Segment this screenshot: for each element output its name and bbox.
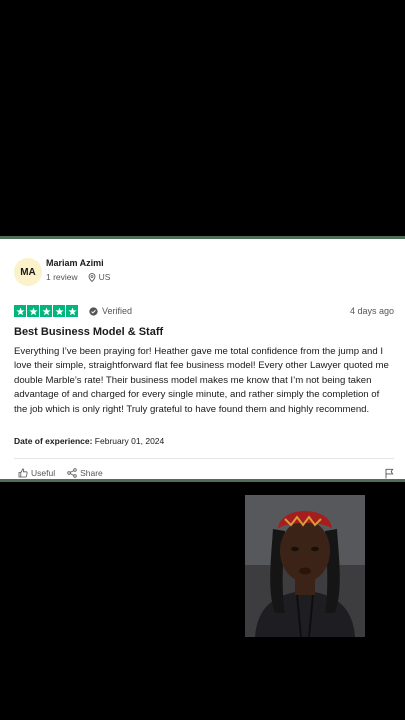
location: US — [88, 272, 111, 282]
star-icon — [40, 305, 52, 317]
avatar[interactable]: MA — [14, 258, 42, 286]
divider — [14, 458, 394, 459]
country: US — [98, 272, 111, 282]
person-illustration — [245, 495, 365, 637]
experience-date: February 01, 2024 — [94, 436, 165, 446]
star-icon — [53, 305, 65, 317]
location-pin-icon — [88, 272, 96, 282]
experience-label: Date of experience: — [14, 436, 93, 446]
thumbs-up-icon — [18, 468, 28, 478]
star-icon — [27, 305, 39, 317]
review-actions: Useful Share — [18, 468, 103, 478]
useful-button[interactable]: Useful — [18, 468, 55, 478]
reviewer-name[interactable]: Mariam Azimi — [46, 258, 104, 268]
star-rating — [14, 305, 78, 317]
share-button[interactable]: Share — [67, 468, 103, 478]
date-of-experience: Date of experience: February 01, 2024 — [14, 436, 164, 446]
share-label: Share — [80, 468, 103, 478]
review-count: 1 review — [46, 272, 78, 282]
check-circle-icon — [89, 306, 98, 316]
review-body: Everything I’ve been praying for! Heathe… — [14, 346, 389, 415]
verified-label: Verified — [102, 306, 133, 316]
flag-icon[interactable] — [385, 468, 394, 479]
review-title[interactable]: Best Business Model & Staff — [14, 326, 163, 338]
verified-badge: Verified — [89, 306, 132, 316]
reviewer-meta: 1 review US — [46, 272, 110, 282]
review-card: MA Mariam Azimi 1 review US Verified 4 d… — [0, 236, 405, 482]
review-date: 4 days ago — [349, 306, 394, 316]
share-icon — [67, 468, 77, 478]
star-icon — [66, 305, 78, 317]
creator-webcam-overlay — [245, 495, 365, 637]
useful-label: Useful — [31, 468, 56, 478]
star-icon — [14, 305, 26, 317]
